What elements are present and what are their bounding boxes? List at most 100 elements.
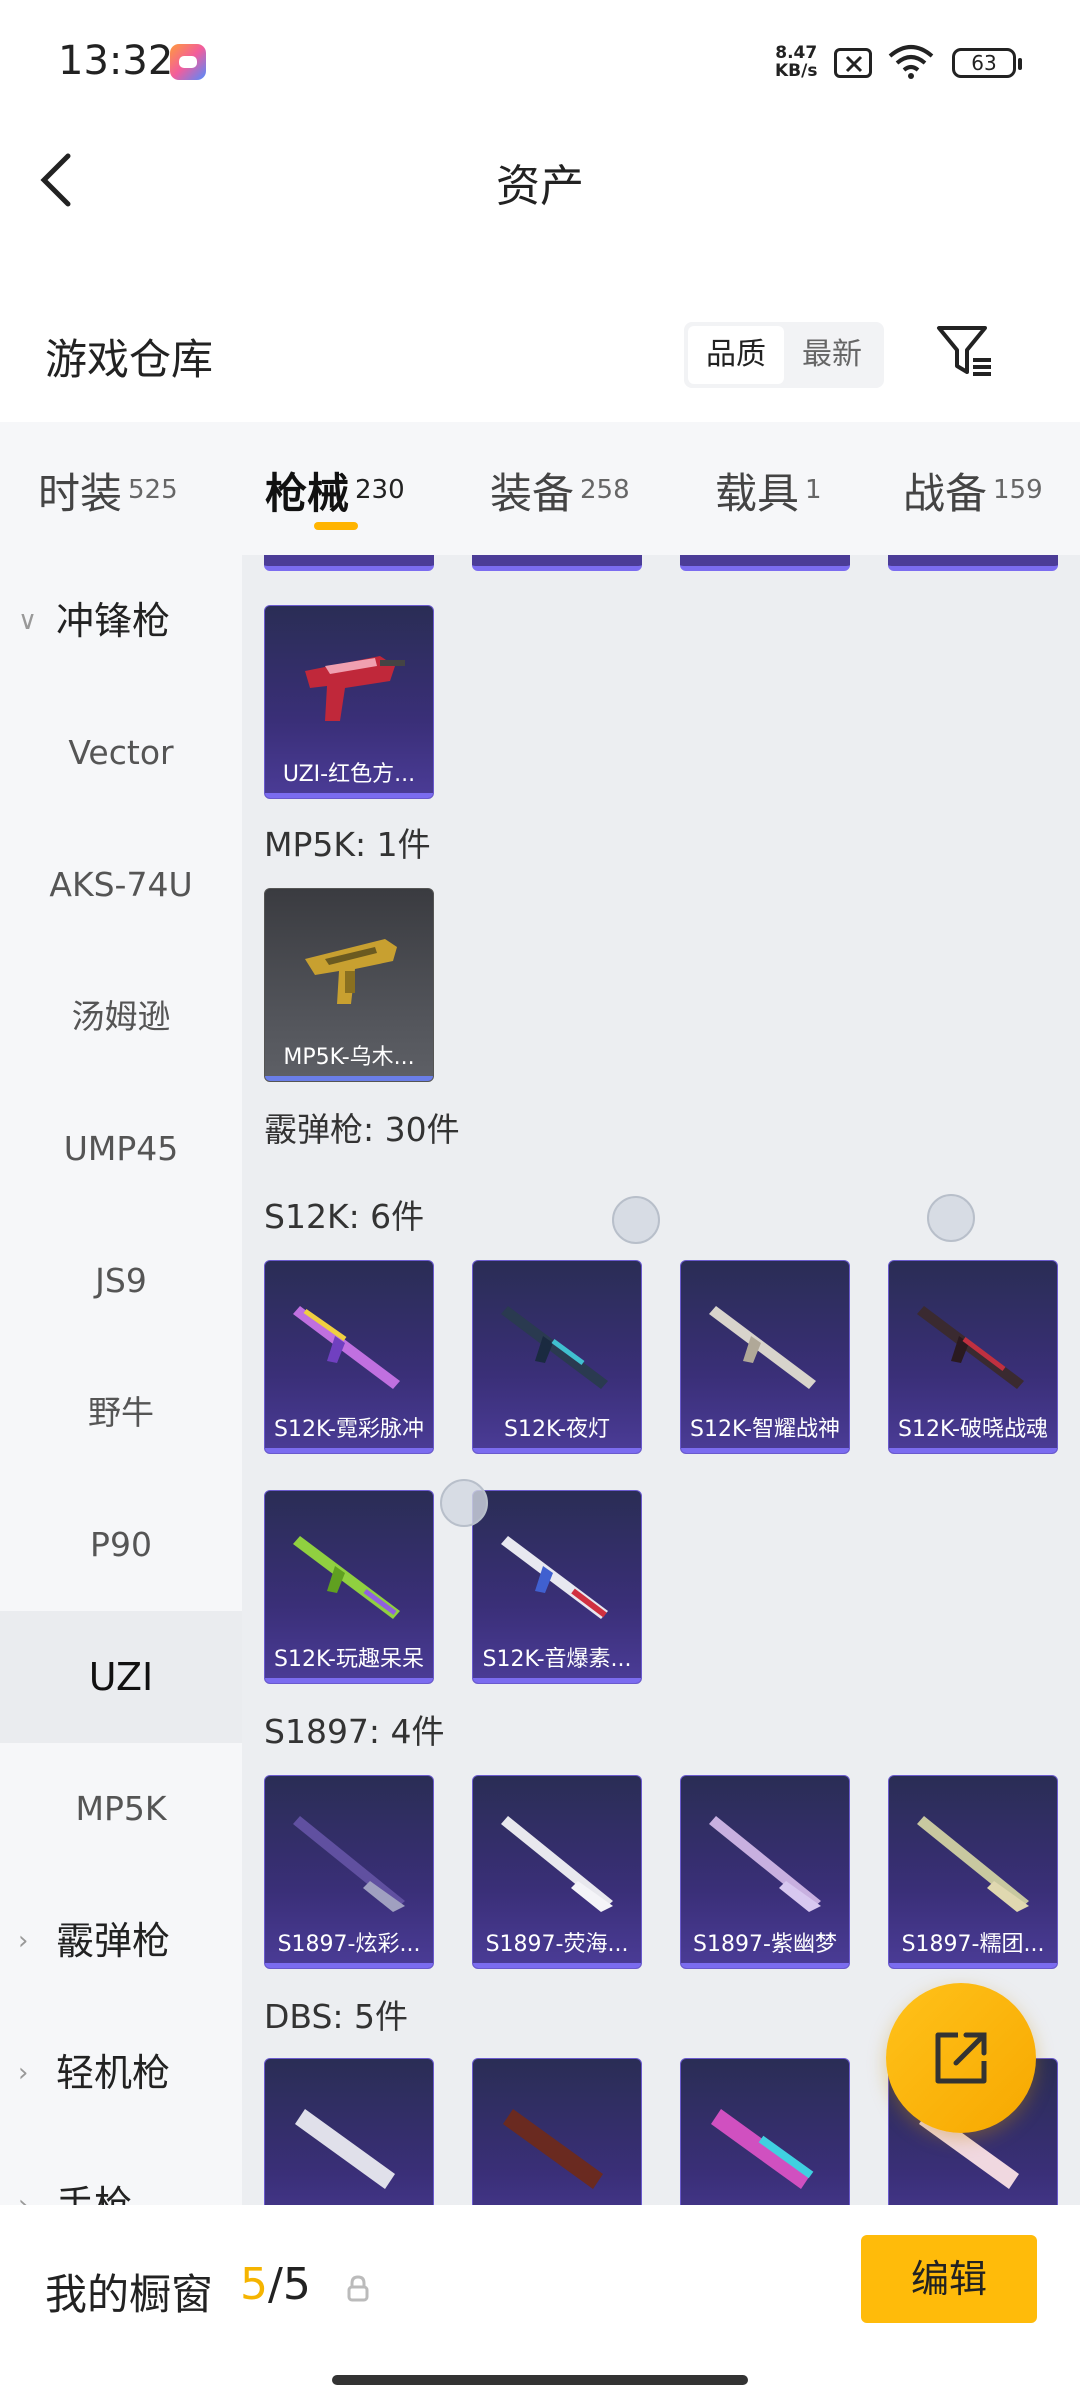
edit-button[interactable]: 编辑 xyxy=(861,2235,1037,2323)
card-partial[interactable] xyxy=(888,555,1058,571)
tab-vehicles[interactable]: 载具 1 xyxy=(715,460,822,521)
weapon-card[interactable] xyxy=(264,2058,434,2205)
sort-quality-option[interactable]: 品质 xyxy=(688,326,784,384)
card-partial[interactable] xyxy=(680,555,850,571)
mp5k-skin-image xyxy=(305,939,397,1004)
section-label-mp5k: MP5K: 1件 xyxy=(264,825,431,864)
weapon-card-name: S12K-音爆素... xyxy=(482,1647,632,1672)
weapon-card[interactable]: S1897-紫幽梦 xyxy=(680,1775,850,1969)
bottom-bar: 我的橱窗 5/5 编辑 xyxy=(0,2205,1080,2400)
weapon-card[interactable] xyxy=(472,2058,642,2205)
sort-toggle: 品质 最新 xyxy=(684,322,884,388)
weapon-card[interactable]: MP5K-乌木... xyxy=(264,888,434,1082)
weapon-card-name: S12K-玩趣呆呆 xyxy=(273,1647,424,1672)
tab-label: 装备 xyxy=(490,469,575,518)
weapon-card-name: S1897-紫幽梦 xyxy=(693,1932,837,1957)
s12k-skin-image xyxy=(501,1306,608,1389)
weapon-card[interactable]: S12K-夜灯 xyxy=(472,1260,642,1454)
uzi-skin-image xyxy=(305,656,405,721)
s12k-skin-image xyxy=(709,1306,816,1389)
network-speed: 8.47 KB/s xyxy=(775,44,817,80)
tab-label: 战备 xyxy=(903,469,988,518)
weapon-card[interactable]: S1897-炫彩... xyxy=(264,1775,434,1969)
weapon-card[interactable] xyxy=(680,2058,850,2205)
weapon-card-name: UZI-红色方... xyxy=(282,762,416,787)
weapon-card[interactable]: S12K-霓彩脉冲 xyxy=(264,1260,434,1454)
weapon-card[interactable]: S12K-玩趣呆呆 xyxy=(264,1490,434,1684)
dbs-skin-image xyxy=(711,2109,814,2189)
card-partial[interactable] xyxy=(472,555,642,571)
home-indicator[interactable] xyxy=(332,2375,748,2385)
showcase-label: 我的橱窗 xyxy=(45,2270,214,2319)
share-icon xyxy=(935,2032,987,2084)
section-label-shotgun: 霰弹枪: 30件 xyxy=(264,1110,460,1149)
filter-button[interactable] xyxy=(935,322,995,382)
battery-icon: 63 xyxy=(952,48,1022,78)
sidebar-item-thompson[interactable]: 汤姆逊 xyxy=(0,951,242,1083)
chevron-right-icon: › xyxy=(18,1926,29,1956)
network-speed-value: 8.47 xyxy=(775,43,818,63)
tab-count: 230 xyxy=(355,475,405,505)
sidebar-item-aks74u[interactable]: AKS-74U xyxy=(0,819,242,951)
weapon-card[interactable]: S12K-音爆素... xyxy=(472,1490,642,1684)
sidebar-item-uzi[interactable]: UZI xyxy=(0,1611,242,1743)
dbs-skin-image xyxy=(503,2109,603,2189)
sidebar-item-bizon[interactable]: 野牛 xyxy=(0,1347,242,1479)
game-app-icon xyxy=(170,44,206,80)
chevron-down-icon: ∨ xyxy=(18,606,38,636)
showcase-count: 5/5 xyxy=(240,2259,311,2310)
sidebar-item-p90[interactable]: P90 xyxy=(0,1479,242,1611)
weapon-card-name: S12K-智耀战神 xyxy=(689,1417,840,1442)
s12k-skin-image xyxy=(501,1536,608,1619)
status-bar: 13:32 8.47 KB/s 63 xyxy=(0,0,1080,130)
weapon-card[interactable]: S12K-智耀战神 xyxy=(680,1260,850,1454)
warehouse-title: 游戏仓库 xyxy=(45,335,214,384)
showcase-total: /5 xyxy=(268,2259,311,2310)
chevron-right-icon: › xyxy=(18,2190,29,2205)
weapon-card-name: S12K-霓彩脉冲 xyxy=(273,1417,424,1442)
tab-equipment[interactable]: 装备 258 xyxy=(490,460,630,521)
sidebar-group-label: 霰弹枪 xyxy=(56,1919,171,1963)
sidebar-group-lmg[interactable]: › 轻机枪 xyxy=(0,2007,242,2139)
sidebar-item-js9[interactable]: JS9 xyxy=(0,1215,242,1347)
sidebar-group-pistol[interactable]: › 手枪 xyxy=(0,2139,242,2205)
lock-icon xyxy=(347,2275,369,2302)
sidebar-group-label: 轻机枪 xyxy=(56,2051,171,2095)
weapon-card[interactable]: S1897-糯团... xyxy=(888,1775,1058,1969)
weapon-card[interactable]: UZI-红色方... xyxy=(264,605,434,799)
filter-icon xyxy=(937,326,991,376)
tab-count: 525 xyxy=(128,475,178,505)
page-title: 资产 xyxy=(496,161,584,212)
tab-guns[interactable]: 枪械 230 xyxy=(265,460,405,521)
tab-fashion[interactable]: 时装 525 xyxy=(38,460,178,521)
tab-count: 159 xyxy=(993,475,1043,505)
s12k-skin-image xyxy=(293,1536,400,1619)
s12k-skin-image xyxy=(917,1306,1024,1389)
touch-indicator xyxy=(612,1196,660,1244)
sidebar-item-ump45[interactable]: UMP45 xyxy=(0,1083,242,1215)
wifi-icon xyxy=(888,45,934,79)
dbs-skin-image xyxy=(295,2109,395,2189)
sidebar-group-smg[interactable]: ∨ 冲锋枪 xyxy=(0,555,242,687)
sidebar-group-shotgun[interactable]: › 霰弹枪 xyxy=(0,1875,242,2007)
share-fab-button[interactable] xyxy=(886,1983,1036,2133)
weapon-card[interactable]: S12K-破晓战魂 xyxy=(888,1260,1058,1454)
card-partial[interactable] xyxy=(264,555,434,571)
network-speed-unit: KB/s xyxy=(775,61,818,81)
tab-label: 载具 xyxy=(715,469,800,518)
weapon-card-name: S12K-破晓战魂 xyxy=(897,1417,1048,1442)
sidebar-group-label: 冲锋枪 xyxy=(56,599,171,643)
weapon-card[interactable]: S1897-荧海... xyxy=(472,1775,642,1969)
section-label-s1897: S1897: 4件 xyxy=(264,1712,445,1751)
sidebar-item-vector[interactable]: Vector xyxy=(0,687,242,819)
sort-newest-option[interactable]: 最新 xyxy=(784,326,880,384)
tab-count: 258 xyxy=(580,475,630,505)
no-sim-icon xyxy=(834,48,872,78)
sidebar-item-mp5k[interactable]: MP5K xyxy=(0,1743,242,1875)
status-time: 13:32 xyxy=(58,38,174,84)
weapon-grid: UZI-红色方... MP5K: 1件 MP5K-乌木... 霰弹枪: 30件 … xyxy=(242,555,1080,2205)
sidebar-group-label: 手枪 xyxy=(56,2183,133,2205)
tab-supplies[interactable]: 战备 159 xyxy=(903,460,1043,521)
tab-count: 1 xyxy=(805,475,822,505)
weapon-card-name: S1897-荧海... xyxy=(485,1932,629,1957)
